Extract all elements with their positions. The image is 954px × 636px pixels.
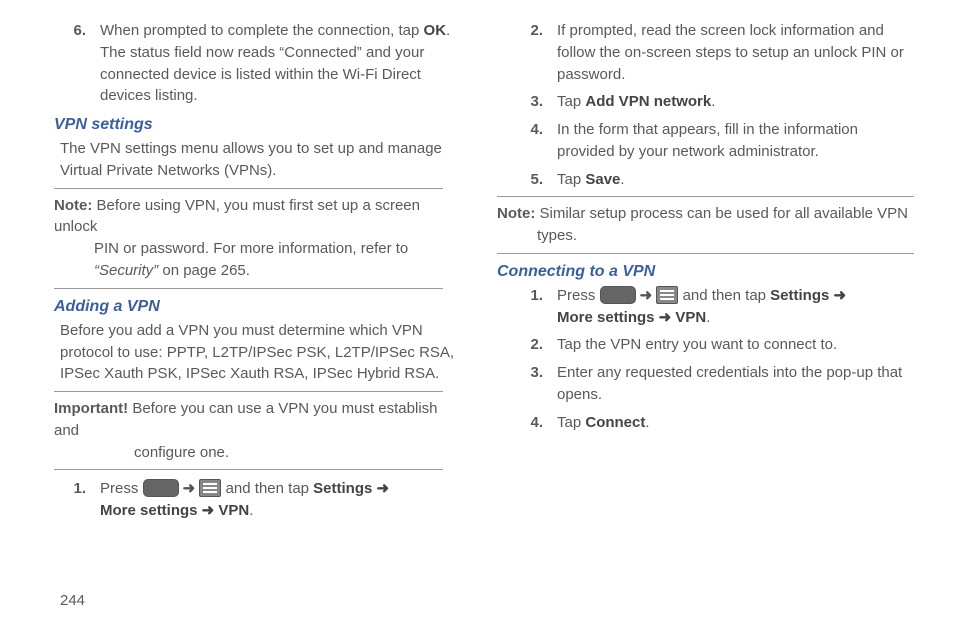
text: and then tap bbox=[678, 287, 770, 304]
step-number: 2. bbox=[497, 20, 557, 85]
text: Tap bbox=[557, 171, 585, 188]
divider bbox=[54, 288, 443, 289]
bold-text: Settings ➜ bbox=[770, 287, 846, 304]
heading-adding-vpn: Adding a VPN bbox=[54, 295, 457, 318]
text: When prompted to complete the connection… bbox=[100, 22, 424, 39]
bold-text: Add VPN network bbox=[585, 93, 711, 110]
arrow-icon: ➜ bbox=[179, 480, 200, 497]
italic-text: “Security” bbox=[94, 262, 158, 279]
page-number: 244 bbox=[60, 590, 85, 612]
note-line: PIN or password. For more information, r… bbox=[94, 238, 443, 260]
heading-connecting-vpn: Connecting to a VPN bbox=[497, 260, 914, 283]
home-button-icon bbox=[600, 286, 636, 304]
list-item: 1. Press ➜ and then tap Settings ➜ More … bbox=[497, 285, 914, 329]
step-body: Tap Add VPN network. bbox=[557, 91, 914, 113]
text: Press bbox=[557, 287, 600, 304]
text: Press bbox=[100, 480, 143, 497]
paragraph: The VPN settings menu allows you to set … bbox=[60, 138, 457, 182]
menu-button-icon bbox=[656, 286, 678, 304]
bold-text: Connect bbox=[585, 414, 645, 431]
step-number: 4. bbox=[497, 119, 557, 163]
step-body: Tap Save. bbox=[557, 169, 914, 191]
divider bbox=[54, 391, 443, 392]
paragraph: Before you add a VPN you must determine … bbox=[60, 320, 457, 385]
list-item: 4. In the form that appears, fill in the… bbox=[497, 119, 914, 163]
menu-button-icon bbox=[199, 479, 221, 497]
bold-text: More settings ➜ VPN bbox=[557, 309, 706, 326]
text: . bbox=[249, 502, 253, 519]
step-body: In the form that appears, fill in the in… bbox=[557, 119, 914, 163]
note-label: Note: bbox=[54, 197, 92, 214]
list-item: 4. Tap Connect. bbox=[497, 412, 914, 434]
text: . bbox=[620, 171, 624, 188]
divider bbox=[497, 196, 914, 197]
note-label: Note: bbox=[497, 205, 535, 222]
step-body: Press ➜ and then tap Settings ➜ More set… bbox=[100, 478, 457, 522]
step-number: 4. bbox=[497, 412, 557, 434]
note-line: types. bbox=[537, 225, 914, 247]
list-item: 2. Tap the VPN entry you want to connect… bbox=[497, 334, 914, 356]
text: Tap bbox=[557, 93, 585, 110]
left-column: 6. When prompted to complete the connect… bbox=[40, 20, 457, 528]
list-item: 3. Tap Add VPN network. bbox=[497, 91, 914, 113]
step-body: Enter any requested credentials into the… bbox=[557, 362, 914, 406]
divider bbox=[54, 469, 443, 470]
step-number: 6. bbox=[40, 20, 100, 107]
text: . bbox=[711, 93, 715, 110]
step-body: If prompted, read the screen lock inform… bbox=[557, 20, 914, 85]
bold-text: Settings ➜ bbox=[313, 480, 389, 497]
list-item: 6. When prompted to complete the connect… bbox=[40, 20, 457, 107]
bold-text: OK bbox=[424, 22, 447, 39]
text: Before using VPN, you must first set up … bbox=[54, 197, 420, 236]
home-button-icon bbox=[143, 479, 179, 497]
text: and then tap bbox=[221, 480, 313, 497]
heading-vpn-settings: VPN settings bbox=[54, 113, 457, 136]
divider bbox=[497, 253, 914, 254]
list-item: 3. Enter any requested credentials into … bbox=[497, 362, 914, 406]
arrow-icon: ➜ bbox=[636, 287, 657, 304]
right-column: 2. If prompted, read the screen lock inf… bbox=[497, 20, 914, 528]
page-content: 6. When prompted to complete the connect… bbox=[0, 0, 954, 528]
text: Tap bbox=[557, 414, 585, 431]
important-line: configure one. bbox=[134, 442, 443, 464]
list-item: 1. Press ➜ and then tap Settings ➜ More … bbox=[40, 478, 457, 522]
divider bbox=[54, 188, 443, 189]
step-number: 1. bbox=[40, 478, 100, 522]
note-line: “Security” on page 265. bbox=[94, 260, 443, 282]
step-number: 3. bbox=[497, 91, 557, 113]
step-body: When prompted to complete the connection… bbox=[100, 20, 457, 107]
text: . bbox=[645, 414, 649, 431]
step-body: Press ➜ and then tap Settings ➜ More set… bbox=[557, 285, 914, 329]
step-number: 1. bbox=[497, 285, 557, 329]
step-number: 3. bbox=[497, 362, 557, 406]
note-block: Note: Before using VPN, you must first s… bbox=[54, 195, 443, 282]
step-body: Tap the VPN entry you want to connect to… bbox=[557, 334, 914, 356]
step-number: 2. bbox=[497, 334, 557, 356]
important-label: Important! bbox=[54, 400, 128, 417]
text: Similar setup process can be used for al… bbox=[535, 205, 908, 222]
important-block: Important! Before you can use a VPN you … bbox=[54, 398, 443, 463]
list-item: 2. If prompted, read the screen lock inf… bbox=[497, 20, 914, 85]
list-item: 5. Tap Save. bbox=[497, 169, 914, 191]
step-number: 5. bbox=[497, 169, 557, 191]
step-body: Tap Connect. bbox=[557, 412, 914, 434]
bold-text: More settings ➜ VPN bbox=[100, 502, 249, 519]
text: . bbox=[706, 309, 710, 326]
text: on page 265. bbox=[158, 262, 250, 279]
bold-text: Save bbox=[585, 171, 620, 188]
note-block: Note: Similar setup process can be used … bbox=[497, 203, 914, 247]
